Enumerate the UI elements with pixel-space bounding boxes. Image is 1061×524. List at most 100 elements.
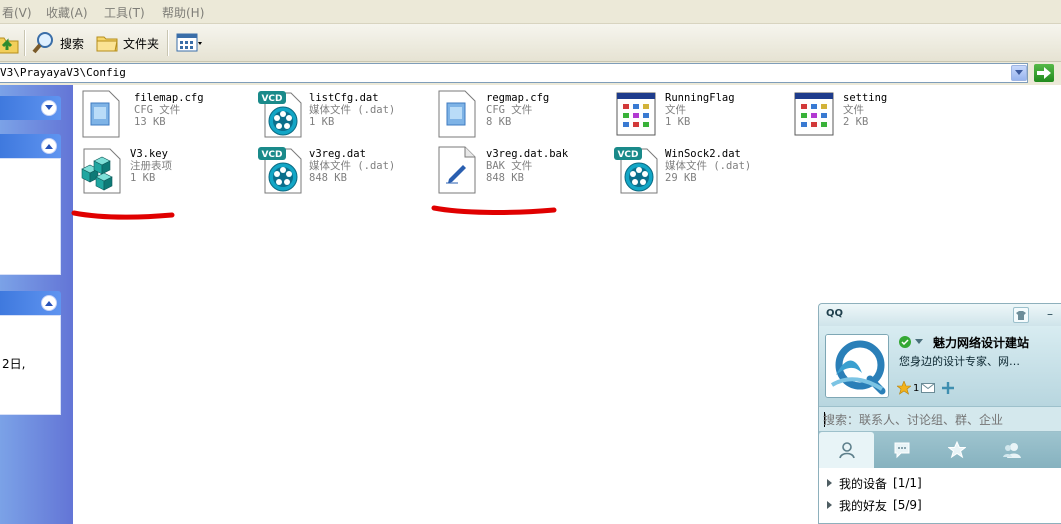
mail-icon[interactable] <box>921 383 936 393</box>
qq-panel: QQ – 魅力网络设计建站 您身边的设计专家、网… 1 搜索：联系人、讨论组、群… <box>818 303 1061 524</box>
qq-search-input[interactable] <box>823 410 1053 429</box>
file-size: 1 KB <box>665 116 691 128</box>
go-button[interactable] <box>1034 64 1054 82</box>
file-name: RunningFlag <box>665 92 735 104</box>
registry-cubes-icon <box>81 148 121 194</box>
star-level-icon[interactable] <box>897 381 911 395</box>
qq-tab-bar <box>819 432 1061 468</box>
menu-help[interactable]: 帮助(H) <box>162 4 204 21</box>
file-size: 1 KB <box>309 116 335 128</box>
file-size: 1 KB <box>130 172 156 184</box>
menu-view[interactable]: 看(V) <box>2 4 32 21</box>
expand-arrow-icon <box>827 501 832 509</box>
toolbar: 搜索 文件夹 <box>0 24 1061 62</box>
collapse-chevron-icon[interactable] <box>41 295 57 311</box>
file-size: 13 KB <box>134 116 166 128</box>
svg-text:VCD: VCD <box>617 150 638 160</box>
address-bar: V3\PrayayaV3\Config <box>0 62 1061 85</box>
address-input[interactable]: V3\PrayayaV3\Config <box>0 63 1028 83</box>
menu-favorites[interactable]: 收藏(A) <box>46 4 88 21</box>
menu-bar: 看(V) 收藏(A) 工具(T) 帮助(H) <box>0 0 1061 24</box>
chevron-down-icon <box>1015 70 1023 75</box>
menu-tools[interactable]: 工具(T) <box>104 4 145 21</box>
task-pane-details: 2日, <box>0 315 61 415</box>
views-button[interactable] <box>176 28 202 58</box>
file-type: 媒体文件 (.dat) <box>665 160 752 172</box>
vcd-media-icon: VCD <box>258 147 302 194</box>
star-icon <box>947 441 966 459</box>
group-count: [5/9] <box>893 498 922 512</box>
online-status-icon[interactable] <box>899 336 911 348</box>
skin-button[interactable] <box>1013 307 1029 323</box>
file-type: 媒体文件 (.dat) <box>309 104 396 116</box>
contact-group[interactable]: 我的好友 [5/9] <box>827 494 922 516</box>
file-name: V3.key <box>130 148 168 160</box>
file-name: regmap.cfg <box>486 92 550 104</box>
task-pane-section <box>0 158 61 275</box>
status-dropdown-icon[interactable] <box>915 339 923 344</box>
contact-person-icon <box>838 442 855 459</box>
file-name: WinSock2.dat <box>665 148 741 160</box>
task-pane-header[interactable] <box>0 291 61 315</box>
search-button-label: 搜索 <box>60 36 85 51</box>
address-dropdown-button[interactable] <box>1011 65 1027 81</box>
qq-title: QQ <box>826 308 844 319</box>
file-type: CFG 文件 <box>134 104 181 116</box>
qq-search-bar <box>819 406 1061 432</box>
collapse-chevron-icon[interactable] <box>41 138 57 154</box>
generic-window-file-icon <box>794 92 834 136</box>
expand-arrow-icon <box>827 479 832 487</box>
task-pane: 2日, <box>0 85 73 524</box>
details-text: 2日, <box>2 357 26 371</box>
folder-icon <box>96 36 118 52</box>
tab-conversations[interactable] <box>874 432 929 468</box>
file-name: v3reg.dat <box>309 148 366 160</box>
qq-profile: 魅力网络设计建站 您身边的设计专家、网… 1 <box>819 326 1061 406</box>
chat-bubble-icon <box>894 442 909 459</box>
contact-group[interactable]: 我的设备 [1/1] <box>827 472 922 494</box>
views-icon <box>176 33 202 52</box>
cfg-file-icon <box>82 90 120 138</box>
expand-chevron-icon[interactable] <box>41 100 57 116</box>
qq-title-bar[interactable]: QQ – <box>819 304 1061 326</box>
folders-button-label: 文件夹 <box>123 36 160 51</box>
qq-signature[interactable]: 您身边的设计专家、网… <box>899 353 1039 369</box>
file-type: 注册表项 <box>130 160 172 172</box>
vcd-media-icon: VCD <box>258 91 302 138</box>
folders-button[interactable]: 文件夹 <box>95 28 159 58</box>
file-name: setting <box>843 92 888 104</box>
qq-contact-list: 我的设备 [1/1] 我的好友 [5/9] <box>819 468 1061 523</box>
file-type: 文件 <box>665 104 686 116</box>
task-pane-header[interactable] <box>0 134 61 158</box>
shirt-icon <box>1016 310 1026 320</box>
file-name: filemap.cfg <box>134 92 204 104</box>
group-count: [1/1] <box>893 476 922 490</box>
avatar[interactable] <box>825 334 889 398</box>
qq-level-row: 1 <box>897 381 955 395</box>
file-type: 文件 <box>843 104 864 116</box>
avatar-logo-icon <box>826 335 888 397</box>
file-type: 媒体文件 (.dat) <box>309 160 396 172</box>
tab-contacts[interactable] <box>819 432 874 468</box>
qq-nickname: 魅力网络设计建站 <box>933 336 1030 350</box>
arrow-right-icon <box>1037 67 1051 79</box>
up-folder-button[interactable] <box>0 28 20 58</box>
file-size: 848 KB <box>486 172 524 184</box>
qq-level: 1 <box>913 382 920 394</box>
file-name: v3reg.dat.bak <box>486 148 569 160</box>
bak-file-icon <box>438 146 476 194</box>
search-button[interactable]: 搜索 <box>32 28 84 58</box>
group-name: 我的设备 <box>839 476 888 491</box>
minimize-button[interactable]: – <box>1042 306 1058 322</box>
toolbar-separator <box>24 30 25 56</box>
add-app-icon[interactable] <box>941 381 955 395</box>
up-folder-icon <box>0 37 19 54</box>
file-name: listCfg.dat <box>309 92 379 104</box>
file-size: 8 KB <box>486 116 512 128</box>
tab-favorites[interactable] <box>929 432 984 468</box>
tab-groups[interactable] <box>984 432 1039 468</box>
svg-text:VCD: VCD <box>261 94 282 104</box>
task-pane-header[interactable] <box>0 96 61 120</box>
red-underline-annotation <box>71 210 175 220</box>
group-name: 我的好友 <box>839 498 888 513</box>
